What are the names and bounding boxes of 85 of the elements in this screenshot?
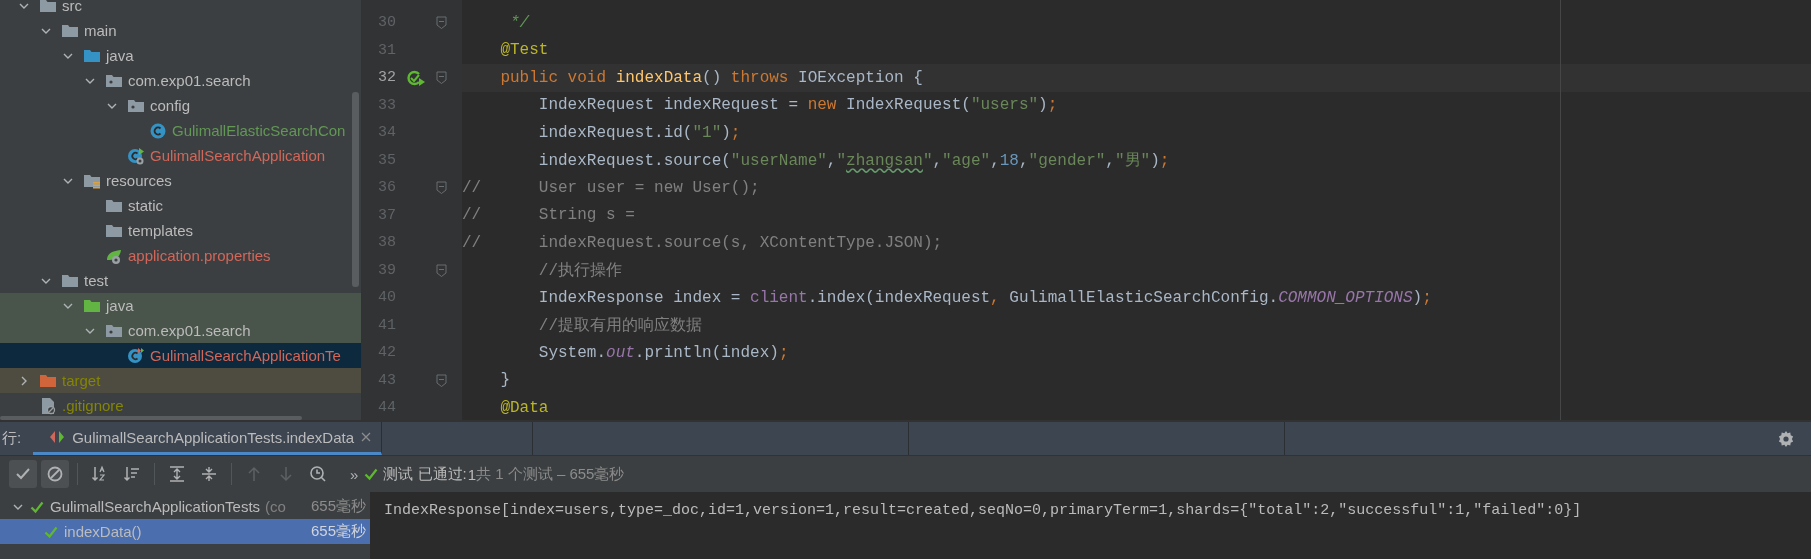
- code-line: */: [509, 13, 530, 32]
- file-name: GulimallElasticSearchCon: [172, 121, 346, 140]
- file-name: resources: [106, 171, 172, 190]
- code-line: IndexRequest indexRequest = new IndexRequest("users");: [537, 96, 1058, 115]
- code-line: // indexRequest.source(s, XContentType.JSON);: [462, 233, 943, 252]
- test-name: GulimallSearchApplicationTests: [50, 498, 261, 515]
- cancel-icon: [46, 465, 64, 483]
- test-name: indexData(): [64, 523, 142, 540]
- fold-marker-icon[interactable]: [436, 263, 447, 277]
- test-duration: 655毫秒: [310, 522, 367, 541]
- fold-marker-icon[interactable]: [436, 181, 447, 195]
- test-hint: (co: [265, 498, 286, 515]
- tree-item[interactable]: static: [0, 193, 361, 218]
- close-icon[interactable]: [361, 432, 371, 442]
- tree-item[interactable]: GulimallSearchApplicationTe: [0, 343, 361, 368]
- code-line: // String s =: [462, 206, 635, 225]
- tree-item[interactable]: application.properties: [0, 243, 361, 268]
- spring-class-icon: [127, 146, 145, 165]
- fold-marker-icon[interactable]: [436, 373, 447, 387]
- ignored-file-icon: [39, 396, 57, 415]
- tree-item[interactable]: GulimallElasticSearchCon: [0, 118, 361, 143]
- file-name: config: [150, 96, 191, 115]
- collapse-all-icon: [200, 465, 218, 483]
- console-line: IndexResponse[index=users,type=_doc,id=1,version=1,result=created,seqNo=0,primaryTerm=1,shards={"total":2,"successful":1,"failed":0}]: [384, 502, 1583, 519]
- test-class-icon: [127, 346, 145, 365]
- code-line: //提取有用的响应数据: [537, 315, 702, 336]
- file-name: static: [128, 196, 163, 215]
- code-line: }: [499, 371, 510, 390]
- file-name: test: [84, 271, 109, 290]
- tree-item[interactable]: config: [0, 93, 361, 118]
- test-result-row[interactable]: indexData() 655毫秒: [0, 519, 370, 544]
- status-label: 测试 已通过:: [383, 464, 467, 484]
- panel-title: 行:: [1, 428, 23, 448]
- code-line: @Data: [499, 398, 549, 417]
- status-detail: 共 1 个测试 – 655毫秒: [476, 464, 625, 484]
- tree-item[interactable]: templates: [0, 218, 361, 243]
- settings-icon[interactable]: [1777, 429, 1795, 448]
- expand-all-icon: [168, 465, 186, 483]
- tree-item[interactable]: resources: [0, 168, 361, 193]
- more-chevron[interactable]: »: [350, 465, 359, 483]
- code-line: public void indexData() throws IOException {: [499, 68, 923, 87]
- file-name: target: [62, 371, 101, 390]
- code-line: System.out.println(index);: [537, 343, 789, 362]
- scrollbar[interactable]: [352, 92, 359, 287]
- status-count: 1: [467, 465, 477, 483]
- tree-item[interactable]: test: [0, 268, 361, 293]
- test-duration: 655毫秒: [310, 497, 367, 516]
- code-line: @Test: [499, 41, 549, 60]
- folder-icon: [39, 0, 57, 15]
- file-name: application.properties: [128, 246, 271, 265]
- code-line: indexRequest.source("userName","zhangsan","age",18,"gender","男");: [537, 150, 1170, 171]
- clock-icon: [309, 465, 327, 483]
- line-number: 32: [377, 69, 396, 87]
- fold-marker-icon[interactable]: [436, 16, 447, 30]
- tree-item[interactable]: com.exp01.search: [0, 68, 361, 93]
- file-name: templates: [128, 221, 194, 240]
- run-config-icon: [49, 430, 66, 444]
- arrow-down-icon: [277, 465, 295, 483]
- toolbar-button[interactable]: [9, 460, 37, 488]
- file-name: com.exp01.search: [128, 71, 251, 90]
- tree-item[interactable]: java: [0, 293, 361, 318]
- tree-item[interactable]: .gitignore: [0, 393, 361, 418]
- toolbar-button[interactable]: [41, 460, 69, 488]
- tree-item[interactable]: GulimallSearchApplication: [0, 143, 361, 168]
- class-icon: [149, 121, 167, 140]
- tree-item[interactable]: com.exp01.search: [0, 318, 361, 343]
- code-line: indexRequest.id("1");: [537, 123, 741, 142]
- run-test-icon[interactable]: [406, 68, 426, 87]
- file-name: GulimallSearchApplication: [150, 146, 326, 165]
- file-name: java: [106, 296, 134, 315]
- fold-marker-icon[interactable]: [436, 71, 447, 85]
- tree-item[interactable]: src: [0, 0, 361, 18]
- test-result-row[interactable]: GulimallSearchApplicationTests (co 655毫秒: [0, 494, 370, 519]
- sort-duration-icon: [123, 465, 141, 483]
- file-name: .gitignore: [62, 396, 124, 415]
- tree-item[interactable]: java: [0, 43, 361, 68]
- code-line: IndexResponse index = client.index(indexRequest, GulimallElasticSearchConfig.COMMON_OPTIONS);: [537, 288, 1432, 307]
- file-name: GulimallSearchApplicationTe: [150, 346, 341, 365]
- file-name: com.exp01.search: [128, 321, 251, 340]
- file-name: java: [106, 46, 134, 65]
- file-name: src: [62, 0, 82, 15]
- code-line: // User user = new User();: [462, 178, 760, 197]
- code-line: //执行操作: [537, 260, 622, 281]
- tree-item[interactable]: main: [0, 18, 361, 43]
- file-name: main: [84, 21, 117, 40]
